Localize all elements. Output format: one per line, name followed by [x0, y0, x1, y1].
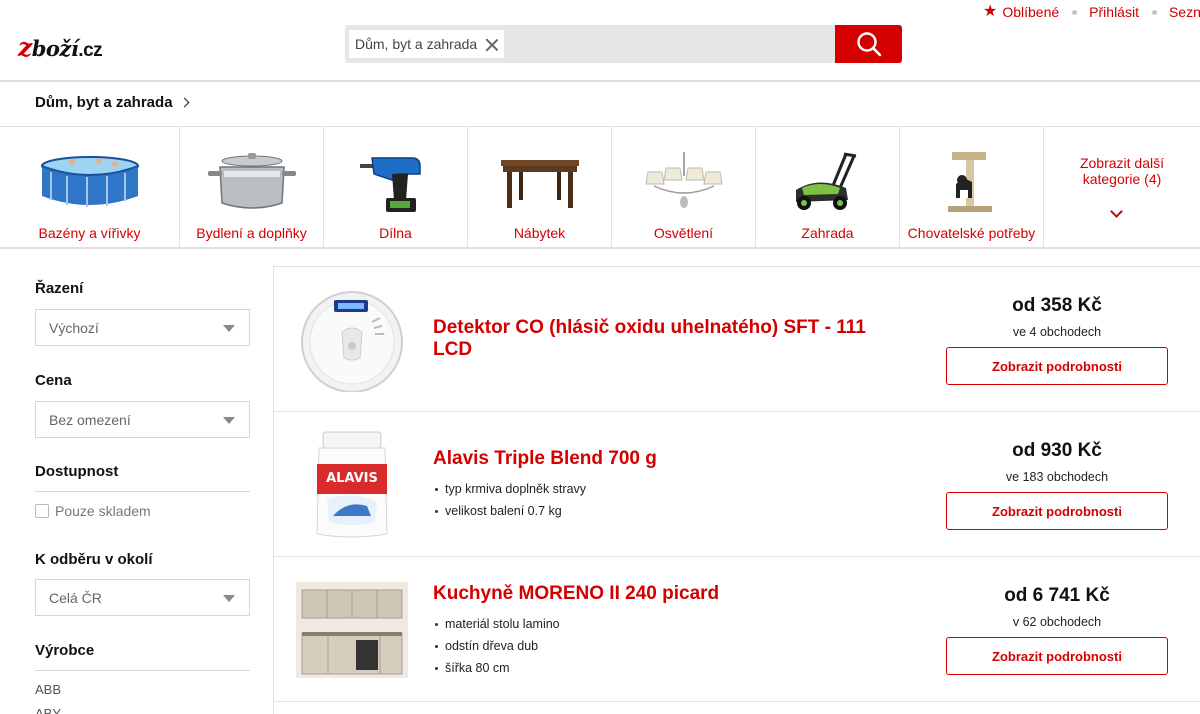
chevron-down-icon — [1110, 205, 1123, 218]
details-button[interactable]: Zobrazit podrobnosti — [946, 492, 1168, 530]
divider — [35, 491, 250, 492]
dropdown-arrow-icon — [223, 595, 235, 602]
product-params: materiál stolu lamino odstín dřeva dub š… — [433, 613, 560, 679]
product-params: typ krmiva doplněk stravy velikost balen… — [433, 478, 586, 522]
chandelier-image — [629, 149, 739, 214]
price-select-value: Bez omezení — [49, 411, 131, 428]
product-shops: ve 183 obchodech — [1005, 470, 1109, 484]
sort-select[interactable]: Výchozí — [35, 309, 250, 346]
details-button[interactable]: Zobrazit podrobnosti — [946, 347, 1168, 385]
more-categories-label: Zobrazit další kategorie (4) — [1079, 155, 1165, 187]
product-param: odstín dřeva dub — [433, 635, 560, 657]
manufacturer-heading: Výrobce — [35, 642, 95, 659]
breadcrumb[interactable]: Dům, byt a zahrada — [35, 94, 189, 111]
cat-tree-image — [917, 149, 1027, 214]
top-links: ★ Oblíbené Přihlásit Seznam — [983, 2, 1200, 22]
availability-heading: Dostupnost — [35, 463, 119, 480]
co-detector-image[interactable] — [296, 287, 408, 393]
product-param: šířka 80 cm — [433, 657, 560, 679]
seznam-link[interactable]: Seznam — [1169, 4, 1200, 20]
product-shops: ve 4 obchodech — [1012, 325, 1102, 339]
star-icon: ★ — [983, 3, 998, 20]
close-icon[interactable] — [485, 38, 498, 51]
product-price: od 358 Kč — [1012, 295, 1102, 316]
product-price: od 6 741 Kč — [1004, 585, 1110, 606]
product-title[interactable]: Kuchyně MORENO II 240 picard — [433, 583, 893, 605]
drill-image — [341, 149, 451, 214]
pool-image — [35, 149, 145, 214]
product-param: velikost balení 0.7 kg — [433, 500, 586, 522]
product-title[interactable]: Detektor CO (hlásič oxidu uhelnatého) SF… — [433, 317, 893, 361]
product-row[interactable]: Detektor CO (hlásič oxidu uhelnatého) SF… — [274, 267, 1200, 412]
manufacturer-item[interactable]: ABY — [35, 706, 61, 714]
login-link[interactable]: Přihlásit — [1089, 4, 1139, 20]
details-button[interactable]: Zobrazit podrobnosti — [946, 637, 1168, 675]
chevron-right-icon — [179, 97, 189, 108]
dropdown-arrow-icon — [223, 417, 235, 424]
in-stock-checkbox[interactable]: Pouze skladem — [35, 503, 151, 519]
in-stock-label: Pouze skladem — [55, 503, 151, 519]
breadcrumb-label: Dům, byt a zahrada — [35, 94, 173, 111]
search-chip-label: Dům, byt a zahrada — [355, 36, 478, 52]
search-button[interactable] — [835, 25, 902, 63]
product-title[interactable]: Alavis Triple Blend 700 g — [433, 448, 893, 470]
category-workshop[interactable]: Dílna — [324, 127, 468, 247]
category-pools[interactable]: Bazény a vířivky — [0, 127, 180, 247]
zbozi-logo[interactable]: zboží.cz — [18, 33, 103, 62]
table-image — [485, 149, 595, 214]
header-divider — [0, 80, 1200, 82]
dropdown-arrow-icon — [223, 325, 235, 332]
category-pets[interactable]: Chovatelské potřeby — [900, 127, 1044, 247]
product-shops: v 62 obchodech — [1012, 615, 1102, 629]
checkbox-box[interactable] — [35, 504, 49, 518]
product-param: typ krmiva doplněk stravy — [433, 478, 586, 500]
product-row[interactable]: Kuchyně MORENO II 240 picard materiál st… — [274, 557, 1200, 702]
kitchen-image[interactable] — [296, 577, 408, 683]
category-label: Bazény a vířivky — [38, 225, 141, 241]
alavis-jar-image[interactable]: ALAVIS — [296, 431, 408, 538]
category-label: Bydlení a doplňky — [196, 225, 307, 241]
category-label: Osvětlení — [653, 225, 714, 241]
price-heading: Cena — [35, 372, 72, 389]
category-label: Chovatelské potřeby — [907, 225, 1036, 241]
pickup-select-value: Celá ČR — [49, 589, 102, 606]
favorites-link[interactable]: Oblíbené — [1002, 4, 1059, 20]
pickup-heading: K odběru v okolí — [35, 551, 153, 568]
product-row[interactable]: ALAVIS Alavis Triple Blend 700 g typ krm… — [274, 412, 1200, 557]
search-bar[interactable]: Dům, byt a zahrada — [345, 25, 902, 63]
category-label: Dílna — [379, 225, 412, 241]
manufacturer-item[interactable]: ABB — [35, 682, 61, 697]
sort-heading: Řazení — [35, 280, 84, 297]
pickup-select[interactable]: Celá ČR — [35, 579, 250, 616]
pot-image — [197, 149, 307, 214]
separator-dot — [1072, 9, 1078, 15]
product-list: Detektor CO (hlásič oxidu uhelnatého) SF… — [273, 266, 1200, 714]
product-price: od 930 Kč — [1012, 440, 1102, 461]
sort-select-value: Výchozí — [49, 319, 99, 336]
separator-dot — [1151, 9, 1157, 15]
category-label: Nábytek — [513, 225, 566, 241]
divider — [35, 670, 250, 671]
search-category-chip[interactable]: Dům, byt a zahrada — [349, 30, 505, 58]
product-param: materiál stolu lamino — [433, 613, 560, 635]
lawnmower-image — [773, 149, 883, 214]
price-select[interactable]: Bez omezení — [35, 401, 250, 438]
alavis-jar-label: ALAVIS — [326, 471, 378, 486]
search-icon — [856, 32, 881, 57]
category-home[interactable]: Bydlení a doplňky — [180, 127, 324, 247]
category-label: Zahrada — [801, 225, 854, 241]
category-furniture[interactable]: Nábytek — [468, 127, 612, 247]
category-garden[interactable]: Zahrada — [756, 127, 900, 247]
category-strip: Bazény a vířivky Bydlení a doplňky Dílna — [0, 126, 1200, 249]
category-lighting[interactable]: Osvětlení — [612, 127, 756, 247]
more-categories-button[interactable]: Zobrazit další kategorie (4) — [1044, 127, 1200, 247]
